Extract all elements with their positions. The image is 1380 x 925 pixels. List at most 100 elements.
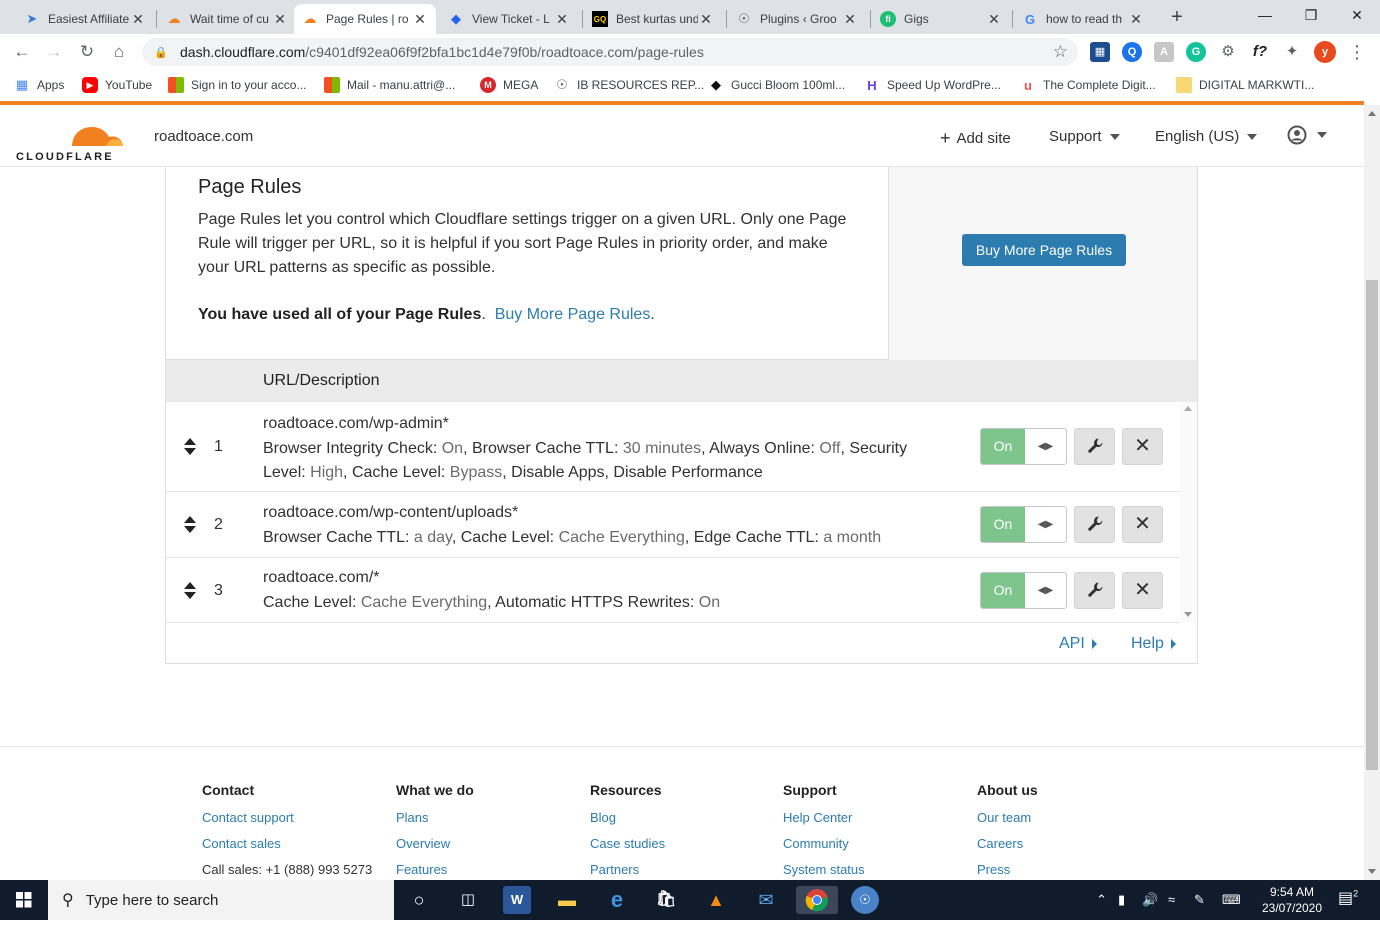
word-icon[interactable]: W bbox=[503, 886, 531, 914]
browser-menu-icon[interactable]: ⋮ bbox=[1345, 40, 1369, 64]
buy-more-link[interactable]: Buy More Page Rules bbox=[495, 306, 651, 323]
bookmark-item[interactable]: M MEGA bbox=[480, 77, 538, 93]
new-tab-button[interactable]: + bbox=[1165, 6, 1189, 30]
close-tab-icon[interactable]: ✕ bbox=[842, 11, 858, 28]
add-site-button[interactable]: + Add site bbox=[940, 128, 1011, 149]
drag-handle-icon[interactable] bbox=[184, 438, 196, 456]
scroll-down-icon[interactable] bbox=[1368, 869, 1376, 874]
footer-link[interactable]: Contact sales bbox=[202, 836, 372, 851]
cortana-icon[interactable]: ○ bbox=[405, 886, 433, 914]
store-icon[interactable]: 🛍 bbox=[652, 886, 680, 914]
close-window-button[interactable]: ✕ bbox=[1334, 0, 1380, 32]
close-tab-icon[interactable]: ✕ bbox=[412, 11, 428, 28]
volume-icon[interactable]: 🔊 bbox=[1142, 892, 1158, 908]
buy-more-page-rules-button[interactable]: Buy More Page Rules bbox=[962, 234, 1126, 266]
forward-icon[interactable]: → bbox=[42, 40, 66, 64]
footer-link[interactable]: Plans bbox=[396, 810, 474, 825]
footer-link[interactable]: Partners bbox=[590, 862, 665, 877]
globe-app-icon[interactable]: ☉ bbox=[851, 886, 879, 914]
reload-icon[interactable]: ↻ bbox=[75, 40, 99, 64]
bookmark-item[interactable]: ☉ IB RESOURCES REP... bbox=[554, 77, 704, 93]
chrome-icon[interactable] bbox=[796, 886, 838, 914]
wifi-icon[interactable]: ≈ bbox=[1168, 892, 1175, 907]
footer-link[interactable]: Blog bbox=[590, 810, 665, 825]
close-tab-icon[interactable]: ✕ bbox=[986, 11, 1002, 28]
delete-rule-button[interactable]: ✕ bbox=[1122, 572, 1163, 609]
browser-tab[interactable]: GQ Best kurtas und ✕ bbox=[584, 4, 722, 34]
rules-list-scrollbar[interactable] bbox=[1180, 402, 1197, 622]
support-dropdown[interactable]: Support bbox=[1049, 128, 1120, 145]
search-extension-icon[interactable]: Q bbox=[1122, 42, 1142, 62]
footer-link[interactable]: Case studies bbox=[590, 836, 665, 851]
delete-rule-button[interactable]: ✕ bbox=[1122, 506, 1163, 543]
show-hidden-icons[interactable]: ⌃ bbox=[1096, 892, 1107, 908]
system-clock[interactable]: 9:54 AM 23/07/2020 bbox=[1255, 884, 1329, 916]
drag-handle-icon[interactable] bbox=[184, 581, 196, 600]
file-explorer-icon[interactable]: ▬ bbox=[553, 886, 581, 914]
browser-tab[interactable]: fi Gigs ✕ bbox=[872, 4, 1010, 34]
help-link[interactable]: Help bbox=[1131, 635, 1176, 653]
translate-extension-icon[interactable]: A bbox=[1154, 42, 1174, 62]
reader-extension-icon[interactable]: ▦ bbox=[1090, 42, 1110, 62]
browser-tab[interactable]: Ghow to read th ✕ bbox=[1014, 4, 1152, 34]
browser-tab[interactable]: ☉ Plugins ‹ Groo ✕ bbox=[728, 4, 866, 34]
delete-rule-button[interactable]: ✕ bbox=[1122, 428, 1163, 465]
footer-link[interactable]: Help Center bbox=[783, 810, 865, 825]
bookmark-item[interactable]: H Speed Up WordPre... bbox=[864, 77, 1001, 93]
api-link[interactable]: API bbox=[1059, 635, 1097, 653]
page-scrollbar[interactable] bbox=[1364, 105, 1380, 880]
notifications-icon[interactable]: ▤2 bbox=[1338, 888, 1358, 908]
address-bar[interactable]: 🔒 dash.cloudflare.com/c9401df92ea06f9f2b… bbox=[142, 38, 1078, 66]
bookmark-item[interactable]: Mail - manu.attri@... bbox=[324, 77, 455, 93]
close-tab-icon[interactable]: ✕ bbox=[272, 11, 288, 28]
scroll-down-icon[interactable] bbox=[1184, 612, 1192, 617]
site-name[interactable]: roadtoace.com bbox=[154, 128, 253, 145]
taskbar-search[interactable]: ⚲ Type here to search bbox=[48, 880, 394, 920]
extensions-puzzle-icon[interactable]: ✦ bbox=[1282, 42, 1302, 62]
edit-rule-button[interactable] bbox=[1074, 428, 1115, 465]
browser-tab[interactable]: ➤ Easiest Affiliate ✕ bbox=[16, 4, 154, 34]
close-tab-icon[interactable]: ✕ bbox=[1128, 11, 1144, 28]
rule-enabled-toggle[interactable]: On ◀▶ bbox=[980, 506, 1067, 543]
task-view-icon[interactable]: ◫ bbox=[454, 886, 482, 914]
close-tab-icon[interactable]: ✕ bbox=[130, 11, 146, 28]
footer-link[interactable]: Our team bbox=[977, 810, 1038, 825]
scroll-up-icon[interactable] bbox=[1368, 111, 1376, 116]
language-dropdown[interactable]: English (US) bbox=[1155, 128, 1258, 145]
edit-rule-button[interactable] bbox=[1074, 572, 1115, 609]
bookmark-item[interactable]: ▦ Apps bbox=[14, 77, 65, 93]
browser-tab[interactable]: ◆ View Ticket - L ✕ bbox=[440, 4, 578, 34]
footer-link[interactable]: Careers bbox=[977, 836, 1038, 851]
home-icon[interactable]: ⌂ bbox=[107, 40, 131, 64]
cloudflare-logo[interactable]: CLOUDFLARE bbox=[16, 115, 126, 163]
scrollbar-thumb[interactable] bbox=[1366, 280, 1378, 770]
edit-rule-button[interactable] bbox=[1074, 506, 1115, 543]
footer-link[interactable]: System status bbox=[783, 862, 865, 877]
start-button[interactable] bbox=[0, 880, 48, 920]
browser-tab[interactable]: ☁ Wait time of cu ✕ bbox=[158, 4, 296, 34]
account-menu[interactable] bbox=[1287, 125, 1327, 145]
footer-link[interactable]: Features bbox=[396, 862, 474, 877]
scroll-up-icon[interactable] bbox=[1184, 406, 1192, 411]
font-extension-icon[interactable]: f? bbox=[1250, 42, 1270, 62]
bookmark-item[interactable]: DIGITAL MARKWTI... bbox=[1176, 77, 1314, 93]
edge-icon[interactable]: e bbox=[603, 886, 631, 914]
bookmark-item[interactable]: Sign in to your acco... bbox=[168, 77, 306, 93]
footer-link[interactable]: Press bbox=[977, 862, 1038, 877]
back-icon[interactable]: ← bbox=[10, 40, 34, 64]
footer-link[interactable]: Overview bbox=[396, 836, 474, 851]
bookmark-item[interactable]: u The Complete Digit... bbox=[1020, 77, 1156, 93]
bookmark-item[interactable]: ▶ YouTube bbox=[82, 77, 152, 93]
mail-icon[interactable]: ✉ bbox=[752, 886, 780, 914]
keyboard-icon[interactable]: ⌨ bbox=[1222, 892, 1241, 908]
bookmark-star-icon[interactable]: ☆ bbox=[1053, 42, 1068, 62]
settings-extension-icon[interactable]: ⚙ bbox=[1218, 42, 1238, 62]
bookmark-item[interactable]: ◆ Gucci Bloom 100ml... bbox=[708, 77, 845, 93]
restore-window-button[interactable]: ❐ bbox=[1288, 0, 1334, 32]
footer-link[interactable]: Contact support bbox=[202, 810, 372, 825]
browser-tab[interactable]: ☁ Page Rules | ro ✕ bbox=[294, 4, 436, 34]
pen-icon[interactable]: ✎ bbox=[1194, 892, 1205, 908]
footer-link[interactable]: Community bbox=[783, 836, 865, 851]
minimize-window-button[interactable]: — bbox=[1242, 0, 1288, 32]
battery-icon[interactable]: ▮ bbox=[1118, 892, 1125, 908]
